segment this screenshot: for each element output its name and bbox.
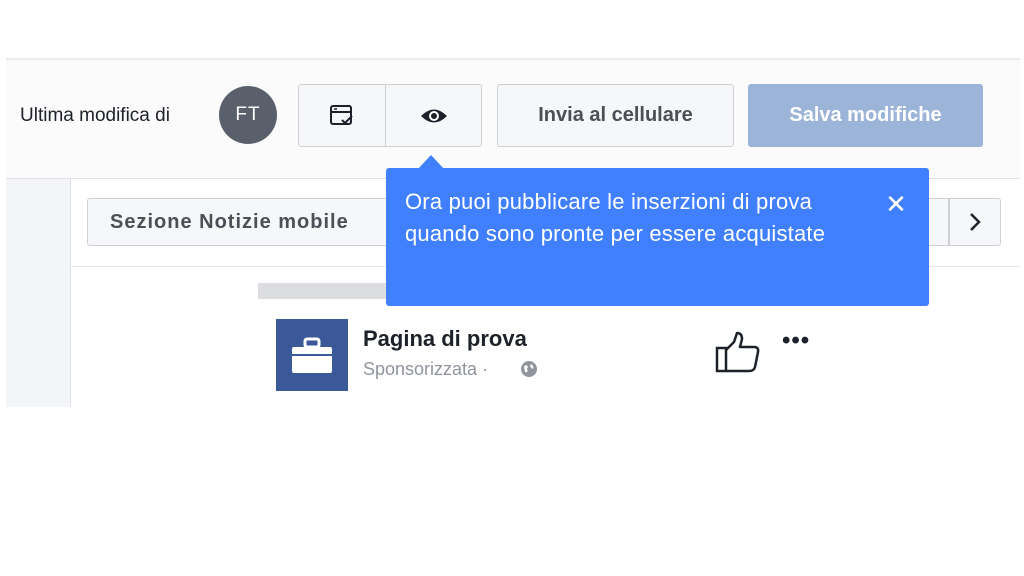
next-placement-button[interactable] — [949, 198, 1001, 246]
placement-label: Sezione Notizie mobile — [110, 211, 349, 233]
send-to-mobile-button[interactable]: Invia al cellulare — [497, 84, 734, 147]
close-icon[interactable]: ✕ — [884, 191, 908, 217]
globe-icon — [521, 361, 537, 377]
last-edited-by-label: Ultima modifica di — [20, 105, 170, 126]
chevron-right-icon — [970, 213, 981, 231]
save-changes-button[interactable]: Salva modifiche — [748, 84, 983, 147]
avatar-initials: FT — [235, 104, 261, 125]
tooltip-text: Ora puoi pubblicare le inserzioni di pro… — [405, 189, 826, 246]
page-logo[interactable] — [276, 319, 348, 391]
preview-button[interactable] — [385, 84, 482, 147]
more-horizontal-icon[interactable]: ••• — [782, 325, 810, 357]
briefcase-icon — [292, 337, 332, 373]
page-name[interactable]: Pagina di prova — [363, 325, 527, 353]
sponsored-label: Sponsorizzata · — [363, 359, 489, 379]
tooltip-arrow — [418, 155, 444, 169]
avatar[interactable]: FT — [219, 86, 277, 144]
ad-layout-button[interactable] — [298, 84, 386, 147]
eye-icon — [420, 109, 447, 122]
cropped-heading — [6, 480, 476, 500]
ad-layout-check-icon — [330, 104, 353, 125]
thumbs-up-icon[interactable] — [714, 330, 762, 374]
